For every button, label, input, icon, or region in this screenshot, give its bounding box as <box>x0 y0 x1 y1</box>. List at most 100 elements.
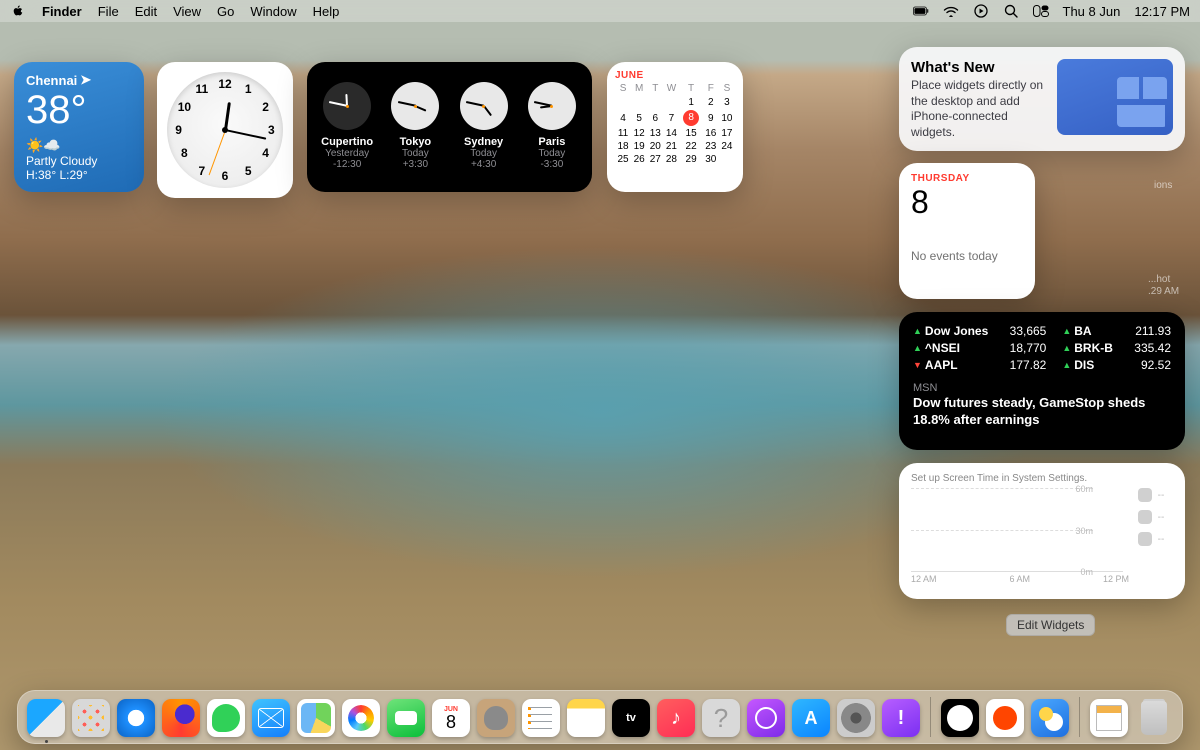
calendar-month-widget[interactable]: JUNE SMTWTFS 123456789101112131415161718… <box>607 62 743 192</box>
desktop-item-label[interactable]: ...hot <box>1148 274 1170 285</box>
y-label: 60m <box>1075 484 1093 494</box>
dock-messages[interactable] <box>207 699 245 737</box>
offset-label: +4:30 <box>471 159 496 170</box>
menu-window[interactable]: Window <box>250 4 296 19</box>
dock-feedback[interactable]: ! <box>882 699 920 737</box>
dock-firefox[interactable] <box>162 699 200 737</box>
control-center-icon[interactable] <box>1033 3 1049 19</box>
calendar-day-dow: THURSDAY <box>911 173 1023 184</box>
day-label: Today <box>470 148 497 159</box>
weather-widget[interactable]: Chennai➤ 38° ☀️☁️ Partly Cloudy H:38° L:… <box>14 62 144 192</box>
whats-new-widget[interactable]: What's New Place widgets directly on the… <box>899 47 1185 151</box>
world-clock-cupertino: Cupertino Yesterday -12:30 <box>315 82 379 170</box>
cursor-icon: ↖ <box>1121 83 1131 97</box>
day-label: Today <box>402 148 429 159</box>
dock-safari[interactable] <box>117 699 155 737</box>
offset-label: -12:30 <box>333 159 361 170</box>
menu-view[interactable]: View <box>173 4 201 19</box>
dock-calendar[interactable]: JUN8 <box>432 699 470 737</box>
screentime-app-list: -- -- -- <box>1129 488 1173 572</box>
dock-finder[interactable] <box>27 699 65 737</box>
menu-go[interactable]: Go <box>217 4 234 19</box>
wifi-icon[interactable] <box>943 3 959 19</box>
menubar: Finder File Edit View Go Window Help Thu… <box>0 0 1200 22</box>
weather-temperature: 38° <box>26 90 132 130</box>
day-label: Today <box>539 148 566 159</box>
now-playing-icon[interactable] <box>973 3 989 19</box>
screentime-chart: 60m 30m 0m <box>911 488 1123 572</box>
desktop-item-label[interactable]: .29 AM <box>1148 286 1179 297</box>
menu-help[interactable]: Help <box>313 4 340 19</box>
desktop-item-label[interactable]: ions <box>1154 180 1172 191</box>
dock-trash[interactable] <box>1135 699 1173 737</box>
dock-help[interactable]: ? <box>702 699 740 737</box>
city-label: Cupertino <box>321 136 373 148</box>
whats-new-illustration: ↖ <box>1057 59 1173 135</box>
dock-facetime[interactable] <box>387 699 425 737</box>
dock-mail[interactable] <box>252 699 290 737</box>
dock-reminders[interactable] <box>522 699 560 737</box>
dock-downloads[interactable] <box>1090 699 1128 737</box>
battery-icon[interactable] <box>913 3 929 19</box>
calendar-month-label: JUNE <box>615 70 735 81</box>
edit-widgets-button[interactable]: Edit Widgets <box>1006 614 1095 636</box>
dock-separator <box>1079 697 1080 737</box>
stocks-grid: ▲Dow Jones33,665▲BA211.93▲^NSEI18,770▲BR… <box>913 324 1171 372</box>
weather-location: Chennai <box>26 73 77 88</box>
clock-widget[interactable]: 12 1 2 3 4 5 6 7 8 9 10 11 <box>157 62 293 198</box>
weather-condition-icon: ☀️☁️ <box>26 137 132 154</box>
world-clock-widget[interactable]: Cupertino Yesterday -12:30 Tokyo Today +… <box>307 62 592 192</box>
calendar-no-events: No events today <box>911 249 1023 263</box>
dock-tv[interactable]: tv <box>612 699 650 737</box>
dock-launchpad[interactable] <box>72 699 110 737</box>
city-label: Sydney <box>464 136 503 148</box>
spotlight-search-icon[interactable] <box>1003 3 1019 19</box>
world-clock-tokyo: Tokyo Today +3:30 <box>383 82 447 170</box>
dock-appstore[interactable] <box>792 699 830 737</box>
dock-photos[interactable] <box>342 699 380 737</box>
menubar-time[interactable]: 12:17 PM <box>1134 4 1190 19</box>
world-clock-sydney: Sydney Today +4:30 <box>452 82 516 170</box>
screentime-note: Set up Screen Time in System Settings. <box>911 473 1173 484</box>
offset-label: -3:30 <box>540 159 563 170</box>
location-arrow-icon: ➤ <box>80 72 91 88</box>
dock-clock-app[interactable] <box>941 699 979 737</box>
city-label: Tokyo <box>400 136 432 148</box>
dock-podcasts[interactable] <box>747 699 785 737</box>
apple-logo-icon[interactable] <box>10 3 26 19</box>
active-app-name[interactable]: Finder <box>42 4 82 19</box>
calendar-grid: SMTWTFS 12345678910111213141516171819202… <box>615 81 735 166</box>
whats-new-description: Place widgets directly on the desktop an… <box>911 78 1047 140</box>
dock: JUN8 tv ♪ ? ! <box>17 690 1183 744</box>
calendar-day-number: 8 <box>911 184 1023 221</box>
dock-contacts[interactable] <box>477 699 515 737</box>
stocks-headline: Dow futures steady, GameStop sheds 18.8%… <box>913 395 1171 429</box>
stocks-source: MSN <box>913 382 1171 394</box>
dock-weather-app[interactable] <box>1031 699 1069 737</box>
clock-face: 12 1 2 3 4 5 6 7 8 9 10 11 <box>167 72 283 188</box>
menubar-date[interactable]: Thu 8 Jun <box>1063 4 1121 19</box>
dock-notes[interactable] <box>567 699 605 737</box>
dock-separator <box>930 697 931 737</box>
x-label: 12 PM <box>1103 574 1129 584</box>
dock-maps[interactable] <box>297 699 335 737</box>
menu-file[interactable]: File <box>98 4 119 19</box>
dock-reddit[interactable] <box>986 699 1024 737</box>
dock-system-settings[interactable] <box>837 699 875 737</box>
whats-new-title: What's New <box>911 59 1047 76</box>
world-clock-paris: Paris Today -3:30 <box>520 82 584 170</box>
dock-music[interactable]: ♪ <box>657 699 695 737</box>
weather-condition: Partly Cloudy <box>26 154 132 168</box>
screentime-widget[interactable]: Set up Screen Time in System Settings. 6… <box>899 463 1185 599</box>
stocks-widget[interactable]: ▲Dow Jones33,665▲BA211.93▲^NSEI18,770▲BR… <box>899 312 1185 450</box>
menu-edit[interactable]: Edit <box>135 4 157 19</box>
x-label: 12 AM <box>911 574 937 584</box>
y-label: 30m <box>1075 526 1093 536</box>
day-label: Yesterday <box>325 148 369 159</box>
y-label: 0m <box>1080 567 1093 577</box>
city-label: Paris <box>538 136 565 148</box>
x-label: 6 AM <box>1009 574 1030 584</box>
weather-hilo: H:38° L:29° <box>26 168 132 182</box>
offset-label: +3:30 <box>403 159 428 170</box>
calendar-day-widget[interactable]: THURSDAY 8 No events today <box>899 163 1035 299</box>
